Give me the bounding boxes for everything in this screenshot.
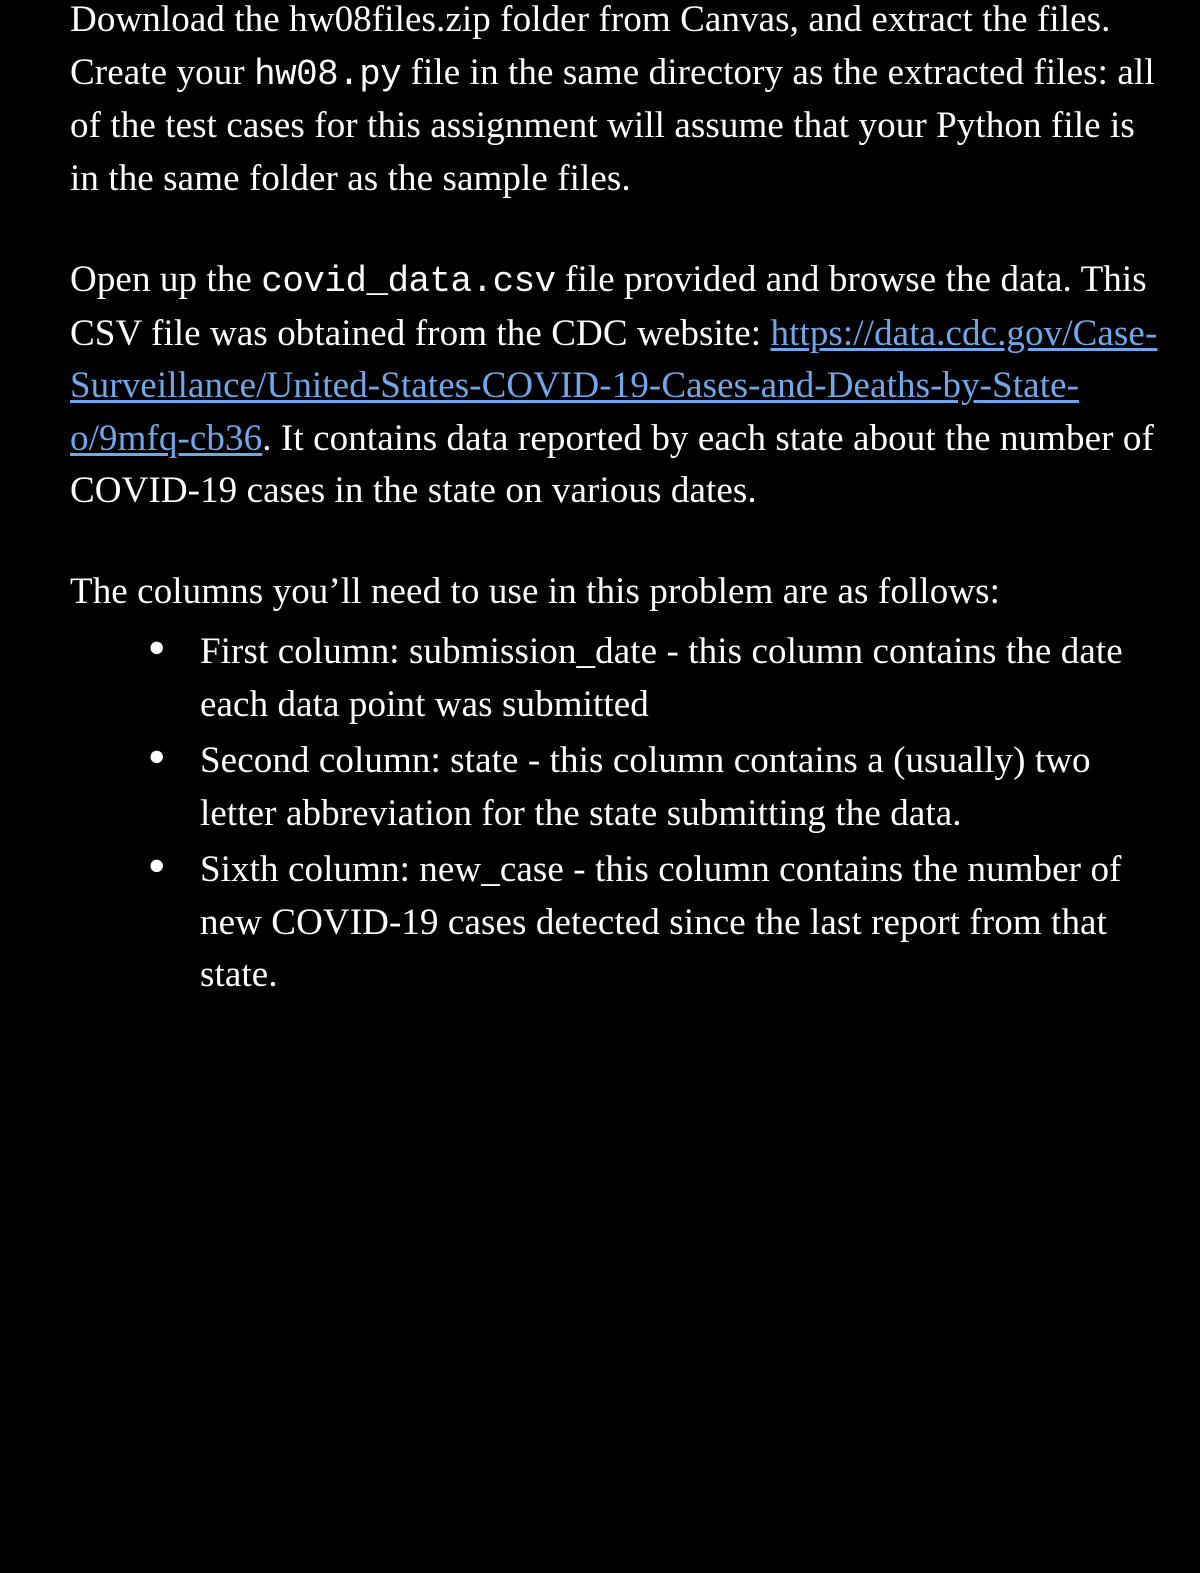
code-covid-data-csv: covid_data.csv: [261, 261, 555, 302]
code-hw08py: hw08.py: [254, 54, 401, 95]
list-item: Sixth column: new_case - this column con…: [148, 844, 1160, 1002]
list-item: Second column: state - this column conta…: [148, 735, 1160, 840]
list-item-text: Sixth column: new_case - this column con…: [200, 849, 1121, 995]
list-item-text: Second column: state - this column conta…: [200, 740, 1091, 834]
paragraph-3: The columns you’ll need to use in this p…: [70, 566, 1160, 619]
list-item-text: First column: submission_date - this col…: [200, 631, 1123, 725]
paragraph-1: Download the hw08files.zip folder from C…: [70, 0, 1160, 206]
document-page: Download the hw08files.zip folder from C…: [0, 0, 1200, 1567]
paragraph-2: Open up the covid_data.csv file provided…: [70, 254, 1160, 518]
list-item: First column: submission_date - this col…: [148, 626, 1160, 731]
columns-list: First column: submission_date - this col…: [70, 626, 1160, 1002]
text: The columns you’ll need to use in this p…: [70, 571, 1000, 612]
text: Open up the: [70, 259, 261, 300]
